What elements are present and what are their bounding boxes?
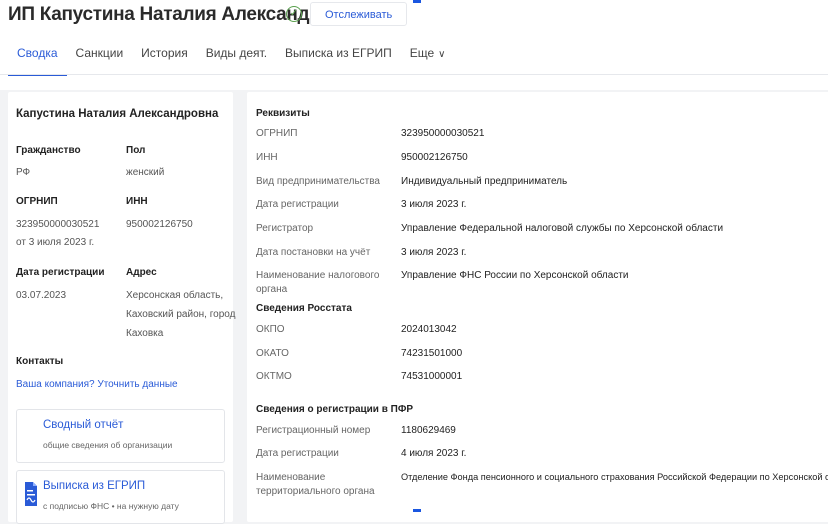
ogrnip-value: 323950000030521 — [16, 219, 100, 230]
tab-bar: Сводка Санкции История Виды деят. Выписк… — [8, 38, 455, 76]
field-label: Дата постановки на учёт — [256, 247, 371, 258]
field-value: 74231501000 — [401, 348, 463, 359]
rosstat-heading: Сведения Росстата — [256, 303, 352, 314]
summary-report-button[interactable]: Сводный отчёт общие сведения об организа… — [16, 409, 225, 463]
field-label: Регистратор — [256, 223, 314, 234]
egrip-extract-subtitle: с подписью ФНС • на нужную дату — [43, 501, 179, 511]
ogrnip-date: от 3 июля 2023 г. — [16, 237, 95, 248]
summary-report-subtitle: общие сведения об организации — [43, 440, 173, 450]
clarify-data-link[interactable]: Ваша компания? Уточнить данные — [16, 379, 178, 390]
tab-more-label: Еще — [409, 46, 435, 60]
tab-more[interactable]: Еще ∨ — [401, 38, 455, 74]
field-value: 4 июля 2023 г. — [401, 448, 467, 459]
field-label: ОКПО — [256, 324, 285, 335]
chevron-down-icon: ∨ — [438, 49, 446, 60]
summary-report-title: Сводный отчёт — [43, 419, 124, 431]
field-value: 323950000030521 — [401, 128, 485, 139]
field-value: Отделение Фонда пенсионного и социальног… — [401, 472, 828, 482]
field-value: Управление Федеральной налоговой службы … — [401, 223, 724, 234]
reg-date-label: Дата регистрации — [16, 267, 105, 278]
address-line: Херсонская область, — [126, 290, 224, 301]
address-label: Адрес — [126, 267, 157, 278]
field-label: Наименование территориального органа — [256, 472, 375, 497]
inn-value: 950002126750 — [126, 219, 193, 230]
document-pdf-icon — [25, 482, 37, 506]
gender-value: женский — [126, 167, 165, 178]
field-label: ОГРНИП — [256, 128, 298, 139]
egrip-extract-button[interactable]: Выписка из ЕГРИП с подписью ФНС • на нуж… — [16, 470, 225, 524]
follow-button[interactable]: Отслеживать — [310, 2, 408, 26]
inn-label: ИНН — [126, 196, 148, 207]
reg-date-value: 03.07.2023 — [16, 290, 67, 301]
field-label: Наименование налогового органа — [256, 270, 380, 295]
summary-card: Капустина Наталия Александровна Гражданс… — [8, 92, 236, 524]
field-label: ИНН — [256, 152, 278, 163]
tabs-divider — [0, 74, 828, 75]
pfr-heading: Сведения о регистрации в ПФР — [256, 404, 414, 415]
field-label: ОКАТО — [256, 348, 289, 359]
contacts-label: Контакты — [16, 356, 64, 367]
field-label: Дата регистрации — [256, 448, 339, 459]
field-value: 3 июля 2023 г. — [401, 199, 467, 210]
gender-label: Пол — [126, 145, 146, 156]
field-value: 950002126750 — [401, 152, 468, 163]
person-name: Капустина Наталия Александровна — [16, 108, 219, 120]
page-header: ИП Капустина Наталия Александровна ✓ Отс… — [0, 0, 828, 90]
field-value: 74531000001 — [401, 371, 463, 382]
citizenship-label: Гражданство — [16, 145, 81, 156]
field-label: Регистрационный номер — [256, 425, 371, 436]
check-circle-icon: ✓ — [286, 6, 302, 22]
tab-summary[interactable]: Сводка — [8, 38, 67, 76]
field-label: Вид предпринимательства — [256, 176, 380, 187]
accent-mark — [413, 0, 421, 3]
tab-egrip[interactable]: Выписка из ЕГРИП — [276, 38, 401, 74]
tab-sanctions[interactable]: Санкции — [67, 38, 133, 74]
field-value: Управление ФНС России по Херсонской обла… — [401, 270, 629, 281]
field-value: 3 июля 2023 г. — [401, 247, 467, 258]
field-value: 1180629469 — [401, 425, 456, 436]
ogrnip-label: ОГРНИП — [16, 196, 58, 207]
field-label: ОКТМО — [256, 371, 292, 382]
field-label: Дата регистрации — [256, 199, 339, 210]
address-line: Каховский район, город — [126, 309, 236, 320]
address-line: Каховка — [126, 328, 164, 339]
tab-activities[interactable]: Виды деят. — [197, 38, 276, 74]
tab-history[interactable]: История — [132, 38, 197, 74]
field-value: Индивидуальный предприниматель — [401, 176, 568, 187]
field-value: 2024013042 — [401, 324, 457, 335]
requisites-heading: Реквизиты — [256, 108, 310, 119]
egrip-extract-title: Выписка из ЕГРИП — [43, 480, 146, 492]
citizenship-value: РФ — [16, 167, 31, 178]
details-card: Реквизиты ОГРНИП 323950000030521 ИНН 950… — [247, 92, 828, 522]
